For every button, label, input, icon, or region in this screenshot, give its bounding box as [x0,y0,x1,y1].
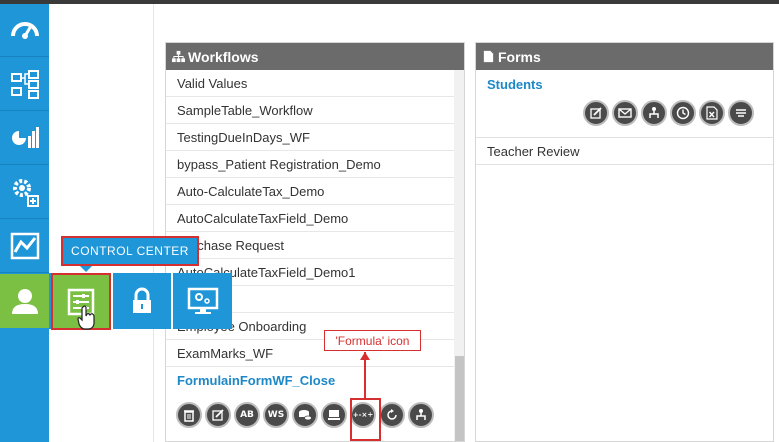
database-icon[interactable] [292,402,318,428]
formula-icon-highlight [350,398,381,441]
chart-icon [11,127,39,148]
gears-icon [12,179,39,207]
workflow-item[interactable]: AutoCalculateTaxField_Demo [166,205,454,232]
top-bar [0,0,779,4]
speedometer-icon [10,22,39,39]
edit-icon[interactable] [583,100,609,126]
sidebar-settings[interactable] [0,166,49,219]
forms-title: Forms [498,48,541,65]
callout-line [364,352,366,399]
control-center-tooltip: CONTROL CENTER [61,236,199,266]
user-icon [11,289,38,314]
document-icon [483,50,494,63]
system-settings-button[interactable] [173,273,232,329]
delete-icon[interactable] [176,402,202,428]
mail-icon[interactable] [612,100,638,126]
workflow-action-icons: AB WS +-×÷ [176,402,434,428]
excel-icon[interactable] [699,100,725,126]
ab-icon[interactable]: AB [234,402,260,428]
sidebar-users[interactable] [0,274,49,328]
hierarchy-icon[interactable] [641,100,667,126]
scrollbar-thumb[interactable] [455,356,464,441]
sidebar-dashboard[interactable] [0,4,49,57]
form-students[interactable]: Students [487,77,543,92]
tooltip-arrow [80,266,92,272]
workflow-item[interactable]: Auto-CalculateTax_Demo [166,178,454,205]
form-divider [476,137,773,138]
workflow-item[interactable]: SampleTable_Workflow [166,97,454,124]
hand-cursor-icon [77,305,95,330]
ws-icon[interactable]: WS [263,402,289,428]
workflow-item[interactable]: Purchase Request [166,232,454,259]
monitor-settings-icon [187,287,218,314]
formula-icon-callout: 'Formula' icon [324,330,421,351]
form-divider [476,164,773,165]
forms-panel: Forms Students Teacher Review [475,42,774,442]
list-icon[interactable] [728,100,754,126]
workflows-header: Workflows [166,43,464,70]
form-action-icons [583,100,754,126]
line-chart-icon [10,232,39,260]
workflow-item[interactable]: bypass_Patient Registration_Demo [166,151,454,178]
workflows-title: Workflows [188,48,259,65]
edit-icon[interactable] [205,402,231,428]
workflows-panel: Workflows Valid Values SampleTable_Workf… [165,42,465,442]
lock-icon [133,287,151,313]
sidebar-analytics[interactable] [0,220,49,273]
left-sidebar [0,4,49,442]
workflow-item[interactable]: TestingDueInDays_WF [166,124,454,151]
forms-header: Forms [476,43,773,70]
hierarchy-icon[interactable] [408,402,434,428]
form-teacher-review[interactable]: Teacher Review [487,144,580,159]
refresh-icon[interactable] [379,402,405,428]
clock-icon[interactable] [670,100,696,126]
sidebar-workflow-designer[interactable] [0,58,49,111]
workflow-item-active[interactable]: FormulainFormWF_Close [166,367,454,394]
security-button[interactable] [113,273,171,329]
workflow-scrollbar[interactable] [454,70,464,441]
workflow-item[interactable]: Valid Values [166,70,454,97]
workflow-icon [10,70,39,99]
content-divider [153,4,154,442]
sidebar-reports[interactable] [0,112,49,165]
sitemap-icon [172,50,185,63]
keyboard-icon[interactable] [321,402,347,428]
